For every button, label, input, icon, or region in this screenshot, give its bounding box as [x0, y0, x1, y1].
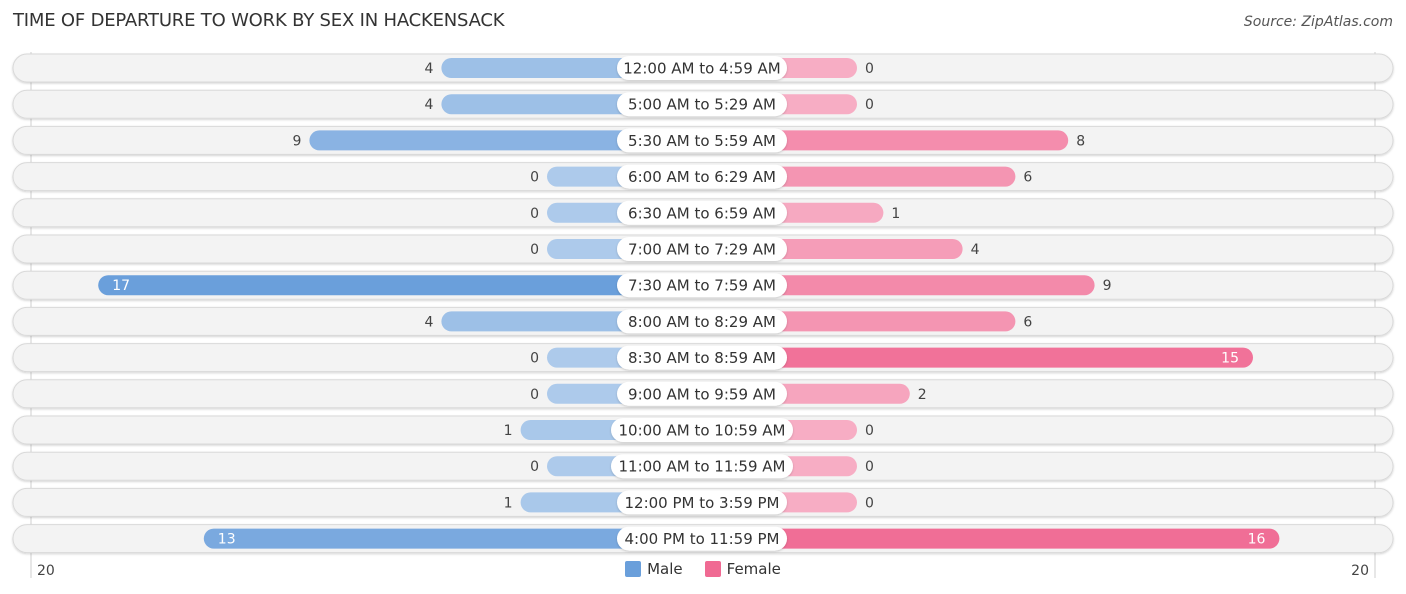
bar-row[interactable]: 13 16 4:00 PM to 11:59 PM	[12, 524, 1394, 554]
value-label-male: 0	[530, 459, 539, 475]
bar-row[interactable]: 0 4 7:00 AM to 7:29 AM	[12, 234, 1394, 264]
bar-male	[98, 275, 702, 296]
value-label-female: 4	[971, 242, 980, 258]
value-label-female: 9	[1103, 278, 1112, 294]
value-label-male: 9	[292, 133, 301, 149]
bar-female	[702, 528, 1280, 549]
bar-row[interactable]: 9 8 5:30 AM to 5:59 AM	[12, 125, 1394, 155]
category-label: 4:00 PM to 11:59 PM	[624, 530, 779, 548]
value-label-male: 0	[530, 170, 539, 186]
legend-label-male: Male	[647, 560, 683, 578]
legend-swatch-female	[704, 561, 721, 577]
legend-item-male[interactable]: Male	[625, 560, 683, 578]
legend-label-female: Female	[726, 560, 781, 578]
category-label: 5:00 AM to 5:29 AM	[628, 96, 776, 114]
bar-row[interactable]: 0 2 9:00 AM to 9:59 AM	[12, 379, 1394, 409]
bar-row[interactable]: 4 6 8:00 AM to 8:29 AM	[12, 306, 1394, 336]
value-label-male: 4	[424, 97, 433, 113]
value-label-female: 0	[865, 495, 874, 511]
category-label: 8:30 AM to 8:59 AM	[628, 349, 776, 367]
value-label-female: 8	[1076, 133, 1085, 149]
bar-row[interactable]: 4 0 5:00 AM to 5:29 AM	[12, 89, 1394, 119]
bar-row[interactable]: 1 0 10:00 AM to 10:59 AM	[12, 415, 1394, 445]
value-label-female: 6	[1023, 170, 1032, 186]
category-label: 7:30 AM to 7:59 AM	[628, 277, 776, 295]
bar-row[interactable]: 1 0 12:00 PM to 3:59 PM	[12, 487, 1394, 517]
value-label-male: 0	[530, 387, 539, 403]
value-label-female: 0	[865, 423, 874, 439]
value-label-male: 1	[504, 495, 513, 511]
value-label-male: 17	[112, 278, 130, 294]
legend-item-female[interactable]: Female	[704, 560, 781, 578]
category-label: 11:00 AM to 11:59 AM	[619, 458, 786, 476]
bar-row[interactable]: 0 6 6:00 AM to 6:29 AM	[12, 162, 1394, 192]
bar-row[interactable]: 0 15 8:30 AM to 8:59 AM	[12, 343, 1394, 373]
value-label-female: 6	[1023, 314, 1032, 330]
value-label-female: 2	[918, 387, 927, 403]
bar-row[interactable]: 17 9 7:30 AM to 7:59 AM	[12, 270, 1394, 300]
value-label-male: 13	[218, 532, 236, 548]
chart-area: 4 0 12:00 AM to 4:59 AM 4 0 5:00 AM to 5:29 A…	[12, 52, 1394, 579]
value-label-female: 16	[1248, 532, 1266, 548]
category-label: 8:00 AM to 8:29 AM	[628, 313, 776, 331]
value-label-female: 0	[865, 459, 874, 475]
value-label-female: 1	[891, 206, 900, 222]
category-label: 9:00 AM to 9:59 AM	[628, 385, 776, 403]
category-label: 12:00 AM to 4:59 AM	[623, 60, 780, 78]
value-label-female: 15	[1221, 351, 1239, 367]
category-label: 10:00 AM to 10:59 AM	[619, 422, 786, 440]
bar-row[interactable]: 0 0 11:00 AM to 11:59 AM	[12, 451, 1394, 481]
bar-row[interactable]: 4 0 12:00 AM to 4:59 AM	[12, 53, 1394, 83]
value-label-female: 0	[865, 61, 874, 77]
value-label-male: 0	[530, 351, 539, 367]
value-label-female: 0	[865, 97, 874, 113]
value-label-male: 4	[424, 61, 433, 77]
legend-swatch-male	[625, 561, 642, 577]
category-label: 7:00 AM to 7:29 AM	[628, 241, 776, 259]
value-label-male: 0	[530, 206, 539, 222]
category-label: 12:00 PM to 3:59 PM	[624, 494, 779, 512]
value-label-male: 0	[530, 242, 539, 258]
value-label-male: 4	[424, 314, 433, 330]
legend: Male Female	[0, 560, 1406, 578]
category-label: 6:00 AM to 6:29 AM	[628, 168, 776, 186]
category-label: 6:30 AM to 6:59 AM	[628, 204, 776, 222]
category-label: 5:30 AM to 5:59 AM	[628, 132, 776, 150]
value-label-male: 1	[504, 423, 513, 439]
bar-row[interactable]: 0 1 6:30 AM to 6:59 AM	[12, 198, 1394, 228]
